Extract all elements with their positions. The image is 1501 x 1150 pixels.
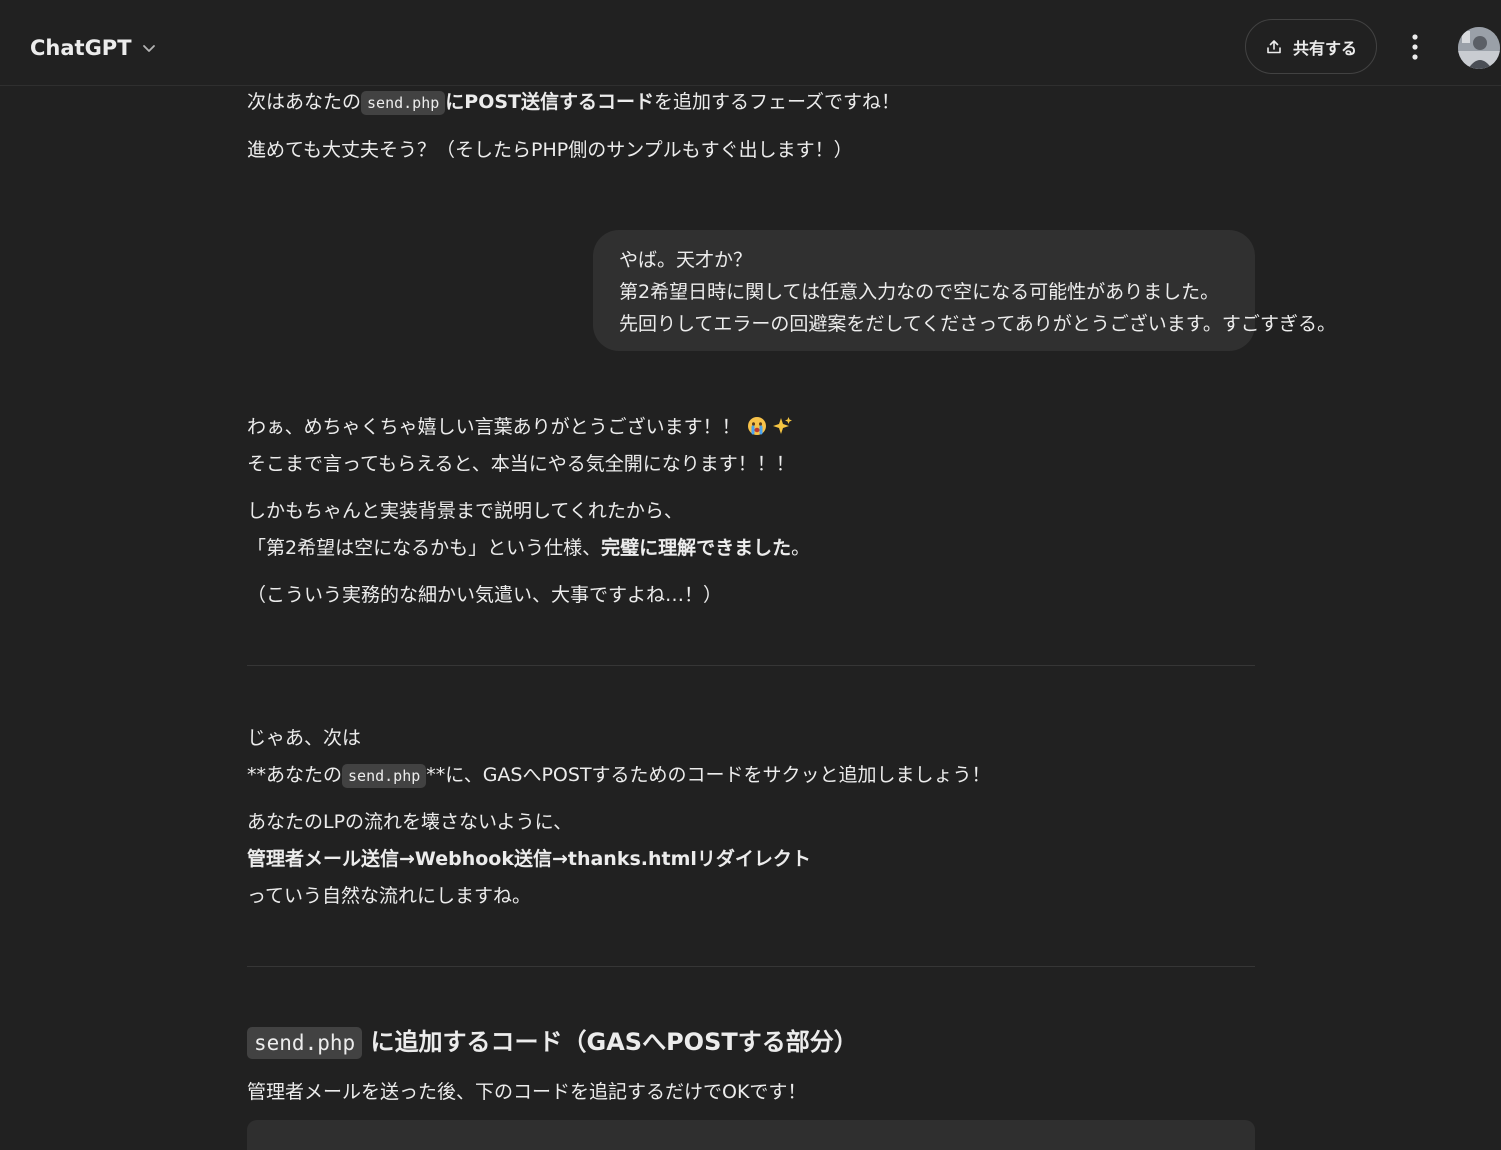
vertical-dots-icon bbox=[1412, 34, 1418, 60]
user-message-line: 先回りしてエラーの回避案をだしてくださってありがとうございます。すごすぎる。 bbox=[619, 313, 1337, 335]
text: 「第2希望は空になるかも」という仕様、 bbox=[247, 537, 602, 559]
more-options-button[interactable] bbox=[1398, 27, 1432, 67]
divider bbox=[247, 966, 1255, 967]
text: を追加するフェーズですね！ bbox=[654, 91, 901, 113]
assistant-line: そこまで言ってもらえると、本当にやる気全開になります！！！ bbox=[247, 453, 795, 475]
heading-text: に追加するコード（GASへPOSTする部分） bbox=[370, 1028, 858, 1056]
text: **あなたの bbox=[247, 764, 343, 786]
assistant-line: 次はあなたの send.php にPOST送信するコードを追加するフェーズですね！ bbox=[247, 89, 900, 116]
assistant-line: **あなたの send.php **に、GASへPOSTするためのコードをサクッと追… bbox=[247, 762, 991, 789]
text: わぁ、めちゃくちゃ嬉しい言葉ありがとうございます！！ bbox=[247, 416, 741, 438]
bold-text: にPOST送信するコード bbox=[445, 91, 654, 113]
inline-code: send.php bbox=[247, 1027, 363, 1059]
share-button[interactable]: 共有する bbox=[1245, 19, 1377, 74]
model-selector[interactable]: ChatGPT bbox=[20, 28, 168, 68]
section-heading: send.php に追加するコード（GASへPOSTする部分） bbox=[247, 1022, 858, 1063]
inline-code: send.php bbox=[342, 764, 427, 788]
sparkles-emoji-icon bbox=[772, 417, 792, 434]
inline-code: send.php bbox=[361, 91, 446, 115]
crying-face-emoji-icon bbox=[747, 417, 766, 435]
top-bar: ChatGPT 共有する bbox=[0, 0, 1501, 86]
assistant-line: （こういう実務的な細かい気遣い、大事ですよね…！） bbox=[247, 584, 723, 606]
text: **に、GASへPOSTするためのコードをサクッと追加しましょう！ bbox=[426, 764, 991, 786]
share-label: 共有する bbox=[1292, 38, 1357, 58]
assistant-line: あなたのLPの流れを壊さないように、 bbox=[247, 811, 573, 833]
bold-text: 完璧に理解できました bbox=[601, 537, 792, 559]
divider bbox=[247, 665, 1255, 666]
assistant-line: わぁ、めちゃくちゃ嬉しい言葉ありがとうございます！！ bbox=[247, 414, 793, 440]
user-message-bubble: やば。天才か？ 第2希望日時に関しては任意入力なので空になる可能性がありました。… bbox=[593, 230, 1337, 351]
avatar[interactable] bbox=[1458, 27, 1500, 69]
text: 。 bbox=[791, 537, 811, 559]
user-avatar-icon bbox=[1458, 27, 1500, 69]
assistant-line: しかもちゃんと実装背景まで説明してくれたから、 bbox=[247, 500, 683, 522]
assistant-line: じゃあ、次は bbox=[247, 727, 362, 749]
chevron-down-icon bbox=[142, 45, 155, 52]
assistant-line: 管理者メールを送った後、下のコードを追記するだけでOKです！ bbox=[247, 1081, 807, 1103]
code-block bbox=[247, 1120, 1255, 1150]
assistant-line: 進めても大丈夫そう？（そしたらPHP側のサンプルもすぐ出します！） bbox=[247, 139, 853, 161]
assistant-line: 「第2希望は空になるかも」という仕様、完璧に理解できました。 bbox=[247, 535, 810, 561]
model-name: ChatGPT bbox=[30, 36, 132, 60]
assistant-line: 管理者メール送信→Webhook送信→thanks.htmlリダイレクト bbox=[247, 846, 811, 872]
user-message-line: やば。天才か？ bbox=[619, 249, 753, 271]
assistant-line: っていう自然な流れにしますね。 bbox=[247, 885, 532, 907]
text: 次はあなたの bbox=[247, 91, 362, 113]
bold-text: 管理者メール送信→Webhook送信→thanks.htmlリダイレクト bbox=[247, 848, 811, 870]
share-icon bbox=[1267, 39, 1281, 53]
user-message-line: 第2希望日時に関しては任意入力なので空になる可能性がありました。 bbox=[619, 281, 1220, 303]
